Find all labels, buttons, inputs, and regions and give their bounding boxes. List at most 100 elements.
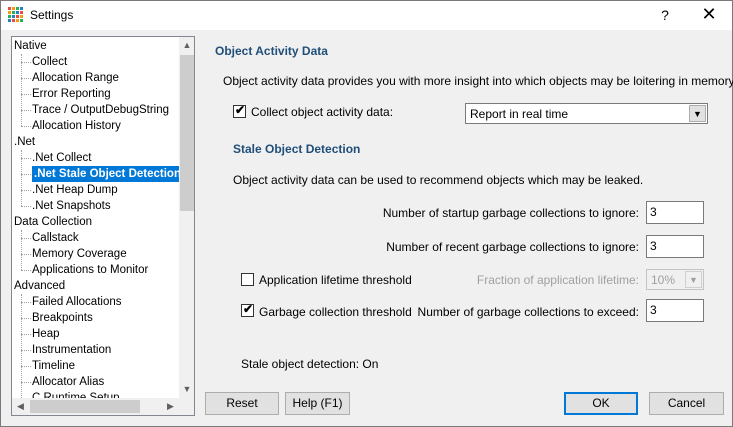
fraction-lifetime-dropdown: 10% ▼ bbox=[646, 269, 704, 290]
fraction-lifetime-label: Fraction of application lifetime: bbox=[476, 273, 639, 287]
settings-panel: Object Activity Data Object activity dat… bbox=[203, 36, 733, 381]
tree-item-label: Failed Allocations bbox=[32, 296, 122, 308]
check-icon: ✔ bbox=[243, 302, 254, 316]
tree-connector bbox=[21, 174, 31, 175]
exceed-gc-input[interactable]: 3 bbox=[646, 299, 704, 322]
tree-item-label: Memory Coverage bbox=[32, 248, 127, 260]
exceed-gc-label: Number of garbage collections to exceed: bbox=[417, 305, 639, 319]
help-button[interactable]: Help (F1) bbox=[285, 392, 350, 415]
tree-connector bbox=[21, 158, 31, 159]
tree-connector bbox=[21, 230, 22, 270]
section-title: Object Activity Data bbox=[215, 44, 328, 58]
tree-connector bbox=[21, 270, 31, 271]
tree-connector bbox=[21, 238, 31, 239]
tree-connector bbox=[21, 78, 31, 79]
tree-connector bbox=[21, 54, 22, 126]
startup-gc-input[interactable]: 3 bbox=[646, 201, 704, 224]
tree-horizontal-scrollbar[interactable]: ◀ ▶ bbox=[12, 398, 179, 415]
lifetime-threshold-label[interactable]: Application lifetime threshold bbox=[259, 273, 412, 287]
reset-button[interactable]: Reset bbox=[205, 392, 279, 415]
tree-item-label: Instrumentation bbox=[32, 344, 112, 356]
tree-item-label: .Net Stale Object Detection bbox=[32, 166, 179, 182]
scroll-down-icon[interactable]: ▼ bbox=[179, 381, 194, 398]
tree-connector bbox=[21, 126, 31, 127]
tree-group[interactable]: Data Collection bbox=[14, 214, 92, 230]
tree-item-label: Callstack bbox=[32, 232, 79, 244]
tree-items: Native Collect Allocation Range Error Repor… bbox=[12, 37, 179, 398]
tree-connector bbox=[21, 302, 31, 303]
scroll-right-icon[interactable]: ▶ bbox=[162, 398, 179, 415]
scroll-thumb[interactable] bbox=[180, 55, 194, 211]
tree-item[interactable]: C Runtime Setup bbox=[12, 390, 120, 398]
lifetime-threshold-checkbox[interactable] bbox=[241, 273, 254, 286]
tree-item-label: Breakpoints bbox=[32, 312, 93, 324]
window-title: Settings bbox=[30, 8, 74, 22]
close-icon[interactable]: ✕ bbox=[686, 1, 732, 30]
tree-item-label: Error Reporting bbox=[32, 88, 111, 100]
stale-detection-description: Object activity data can be used to reco… bbox=[233, 173, 644, 187]
tree-item-label: .Net Snapshots bbox=[32, 200, 111, 212]
startup-gc-label: Number of startup garbage collections to… bbox=[382, 206, 639, 220]
tree-item-label: Advanced bbox=[14, 280, 66, 292]
check-icon: ✔ bbox=[235, 103, 246, 117]
tree-item-label: Trace / OutputDebugString bbox=[32, 104, 170, 116]
chevron-down-icon: ▼ bbox=[685, 271, 702, 288]
tree-item-label: Collect bbox=[32, 56, 68, 68]
tree-item-label: .Net bbox=[14, 136, 36, 148]
collect-activity-label[interactable]: Collect object activity data: bbox=[251, 105, 393, 119]
tree-connector bbox=[21, 62, 31, 63]
recent-gc-label: Number of recent garbage collections to … bbox=[386, 240, 639, 254]
collect-mode-dropdown[interactable]: Report in real time ▼ bbox=[465, 103, 708, 124]
fraction-lifetime-value: 10% bbox=[651, 273, 676, 287]
scroll-left-icon[interactable]: ◀ bbox=[12, 398, 29, 415]
tree-connector bbox=[21, 254, 31, 255]
tree-item-label: .Net Collect bbox=[32, 152, 92, 164]
chevron-down-icon[interactable]: ▼ bbox=[689, 105, 706, 122]
tree-item-label: Allocation Range bbox=[32, 72, 119, 84]
scroll-corner bbox=[179, 398, 194, 415]
settings-grid-icon bbox=[8, 7, 23, 22]
recent-gc-input[interactable]: 3 bbox=[646, 235, 704, 258]
tree-connector bbox=[21, 94, 31, 95]
tree-item-label: Data Collection bbox=[14, 216, 92, 228]
tree-connector bbox=[21, 350, 31, 351]
tree-connector bbox=[21, 382, 31, 383]
tree-group[interactable]: Native bbox=[14, 38, 47, 54]
tree-group[interactable]: Advanced bbox=[14, 278, 65, 294]
settings-window: Settings ? ✕ Native Collect Allocation Ran… bbox=[0, 0, 733, 427]
tree-connector bbox=[21, 150, 22, 206]
status-text: Stale object detection: On bbox=[241, 357, 379, 371]
tree-item-label: .Net Heap Dump bbox=[32, 184, 118, 196]
tree-connector bbox=[21, 206, 31, 207]
settings-tree[interactable]: Native Collect Allocation Range Error Repor… bbox=[11, 36, 195, 416]
tree-item-label: Allocator Alias bbox=[32, 376, 105, 388]
tree-vertical-scrollbar[interactable]: ▲ ▼ bbox=[179, 37, 194, 398]
tree-item-label: Heap bbox=[32, 328, 60, 340]
tree-connector bbox=[21, 318, 31, 319]
scroll-up-icon[interactable]: ▲ bbox=[179, 37, 194, 54]
tree-group[interactable]: .Net bbox=[14, 134, 35, 150]
tree-item-label: Timeline bbox=[32, 360, 76, 372]
tree-connector bbox=[21, 110, 31, 111]
gc-threshold-checkbox[interactable]: ✔ bbox=[241, 302, 254, 317]
tree-item[interactable]: Heap bbox=[12, 326, 60, 342]
scroll-thumb-horizontal[interactable] bbox=[30, 400, 140, 413]
section-description: Object activity data provides you with m… bbox=[223, 74, 733, 88]
title-bar[interactable]: Settings ? ✕ bbox=[1, 1, 732, 30]
tree-connector bbox=[21, 366, 31, 367]
tree-item[interactable]: Trace / OutputDebugString bbox=[12, 102, 169, 118]
stale-detection-title: Stale Object Detection bbox=[233, 142, 361, 156]
tree-item-label: Native bbox=[14, 40, 47, 52]
tree-item-label: Applications to Monitor bbox=[32, 264, 149, 276]
tree-connector bbox=[21, 294, 22, 398]
cancel-button[interactable]: Cancel bbox=[649, 392, 724, 415]
ok-button[interactable]: OK bbox=[564, 392, 638, 415]
tree-item-label: Allocation History bbox=[32, 120, 121, 132]
gc-threshold-label[interactable]: Garbage collection threshold bbox=[259, 305, 412, 319]
tree-item[interactable]: Applications to Monitor bbox=[12, 262, 148, 278]
tree-connector bbox=[21, 190, 31, 191]
help-icon[interactable]: ? bbox=[654, 1, 676, 30]
tree-item[interactable]: .Net Stale Object Detection bbox=[12, 166, 179, 182]
collect-mode-value: Report in real time bbox=[470, 107, 569, 121]
collect-activity-checkbox[interactable]: ✔ bbox=[233, 103, 246, 118]
